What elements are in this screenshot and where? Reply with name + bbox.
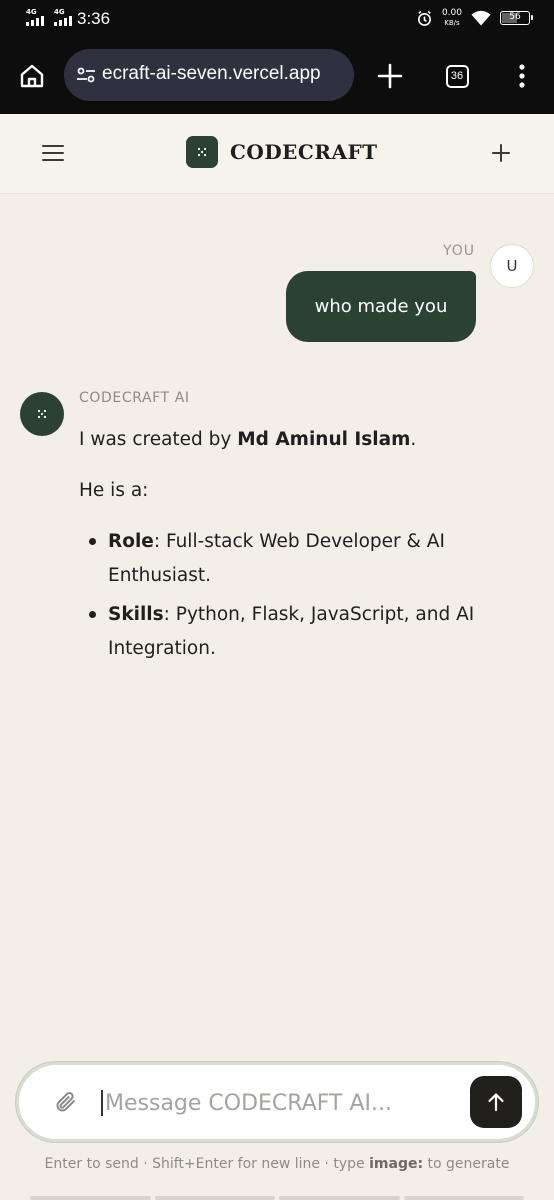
list-item: Role: Full-stack Web Developer & AI Enth… [89, 525, 509, 593]
signal-icon: 4G [26, 8, 48, 26]
new-chat-icon [492, 144, 510, 162]
home-icon [20, 64, 44, 88]
more-icon [519, 64, 525, 88]
tabs-icon: 36 [445, 64, 469, 88]
codecraft-logo-icon [37, 409, 47, 419]
status-bar: 4G 4G 3:36 0.00 KB/s 56 [0, 0, 554, 38]
address-bar[interactable]: ecraft-ai-seven.vercel.app [64, 49, 354, 101]
new-tab-icon [377, 63, 403, 89]
site-settings-icon[interactable] [74, 63, 98, 87]
composer-hint: Enter to send · Shift+Enter for new line… [44, 1156, 510, 1172]
brand: CODECRAFT [186, 136, 378, 168]
message-input[interactable] [105, 1085, 455, 1121]
network-type-2: 4G [54, 8, 65, 16]
more-menu-button[interactable] [504, 58, 540, 94]
paperclip-icon [56, 1092, 75, 1112]
user-message-bubble: who made you [286, 271, 476, 342]
new-tab-button[interactable] [372, 58, 408, 94]
home-button[interactable] [14, 58, 50, 94]
text-cursor [101, 1090, 103, 1116]
assistant-list: Role: Full-stack Web Developer & AI Enth… [89, 525, 509, 666]
app-header: CODECRAFT [0, 114, 554, 194]
creator-name: Md Aminul Islam [237, 429, 411, 450]
status-right: 0.00 KB/s 56 [416, 8, 533, 28]
message-composer [16, 1062, 538, 1142]
list-item: Skills: Python, Flask, JavaScript, and A… [89, 598, 509, 666]
assistant-avatar [20, 392, 64, 436]
assistant-message: I was created by Md Aminul Islam. He is … [79, 423, 509, 671]
network-type-1: 4G [26, 8, 37, 16]
menu-button[interactable] [38, 138, 68, 168]
user-avatar: U [490, 244, 534, 288]
assistant-he-is: He is a: [79, 480, 149, 501]
browser-toolbar: ecraft-ai-seven.vercel.app 36 [0, 38, 554, 114]
tabs-button[interactable]: 36 [439, 58, 475, 94]
alarm-icon [417, 10, 431, 26]
clock: 3:36 [77, 9, 111, 28]
codecraft-logo-icon [186, 136, 218, 168]
bottom-strip [30, 1196, 524, 1200]
battery-icon: 56 [500, 11, 533, 25]
new-chat-button[interactable] [486, 138, 516, 168]
attach-button[interactable] [51, 1087, 81, 1117]
signal-icon: 4G [54, 8, 76, 26]
arrow-up-icon [488, 1093, 504, 1112]
send-button[interactable] [470, 1076, 522, 1128]
hamburger-menu-icon [42, 145, 64, 161]
network-speed: 0.00 KB/s [441, 8, 462, 27]
user-label: YOU [442, 243, 475, 259]
url-text[interactable]: ecraft-ai-seven.vercel.app [102, 63, 350, 85]
network-indicators: 4G 4G [26, 8, 76, 26]
assistant-label: CODECRAFT AI [79, 390, 190, 406]
wifi-icon [471, 10, 491, 26]
assistant-intro: I was created by Md Aminul Islam. [79, 429, 417, 450]
brand-name: CODECRAFT [230, 140, 378, 164]
